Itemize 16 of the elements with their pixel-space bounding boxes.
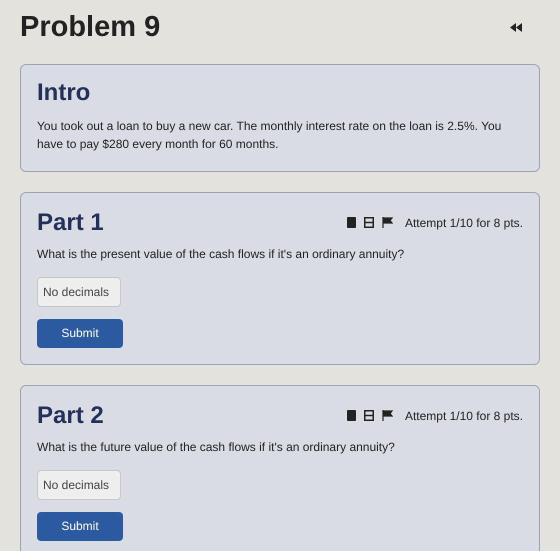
problem-title: Problem 9 (20, 10, 160, 45)
answer-field[interactable]: No decimals (37, 276, 121, 306)
flag-icon[interactable] (382, 410, 393, 421)
attempt-info: Attempt 1/10 for 8 pts. (404, 408, 523, 424)
collapse-icon[interactable] (510, 23, 522, 32)
flag-icon[interactable] (382, 217, 393, 228)
submit-button[interactable]: Submit (37, 318, 123, 348)
part-heading: Part 2 (37, 400, 104, 430)
attempt-info: Attempt 1/10 for 8 pts. (404, 214, 523, 232)
question-text: What is the future value of the cash flows if it's an ordinary annuity? (37, 438, 396, 456)
intro-heading: Intro (37, 78, 92, 108)
intro-text: You took out a loan to buy a new car. The monthly interest rate on the loan is 2.5%. You have to pay $280 every month for 60 months. (37, 118, 502, 152)
part-heading: Part 1 (37, 208, 104, 238)
answer-field[interactable]: No decimals (37, 470, 121, 500)
question-text: What is the present value of the cash flows if it's an ordinary annuity? (37, 246, 406, 262)
submit-button[interactable]: Submit (37, 512, 123, 540)
